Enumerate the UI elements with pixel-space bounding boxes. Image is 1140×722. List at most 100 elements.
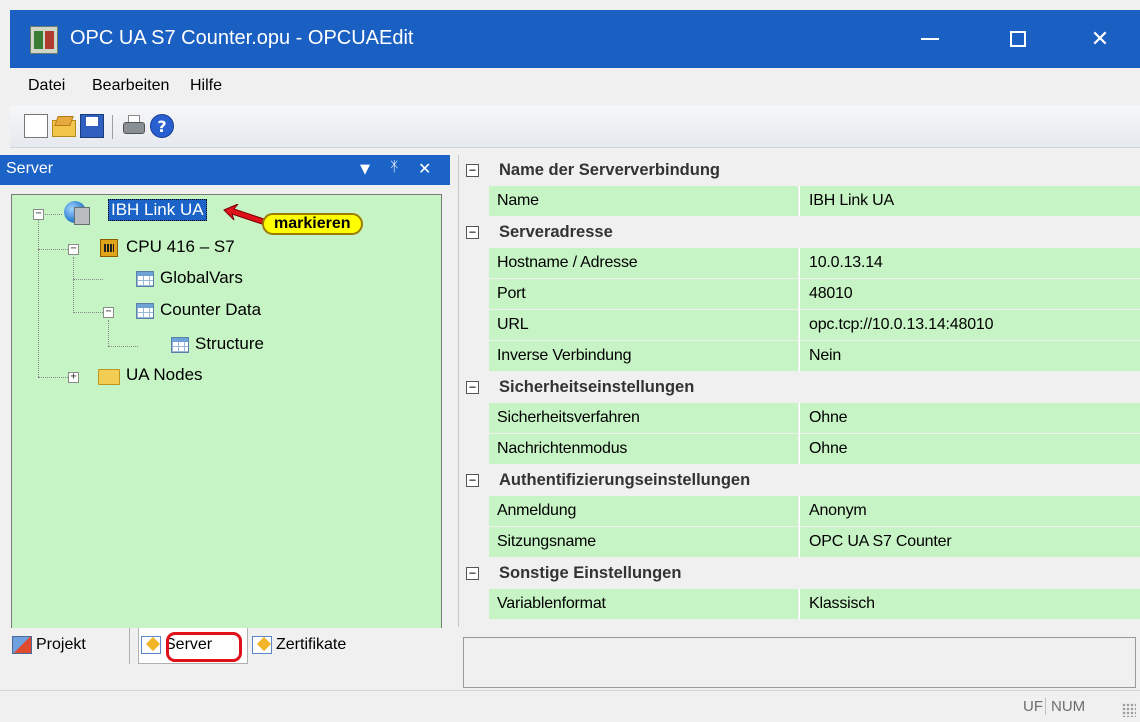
collapse-root-toggle[interactable]: − (33, 209, 44, 220)
table-icon (136, 303, 154, 319)
property-key: Sicherheitsverfahren (497, 409, 640, 426)
tab-projekt-label: Projekt (36, 636, 86, 653)
property-key: Hostname / Adresse (497, 254, 638, 271)
menu-bar: Datei Bearbeiten Hilfe (10, 68, 1140, 106)
app-window: OPC UA S7 Counter.opu - OPCUAEdit ✕ Date… (0, 0, 1140, 722)
property-key: Port (497, 285, 526, 302)
server-panel-header: Server ▼ ᛡ ✕ (0, 155, 450, 185)
panel-pin-icon[interactable]: ᛡ (390, 159, 398, 175)
arrow-icon (223, 204, 265, 225)
property-value[interactable]: Ohne (809, 440, 848, 458)
group-sicherheitseinstellungen[interactable]: − Sicherheitseinstellungen (459, 372, 1140, 403)
tab-projekt[interactable]: Projekt (10, 628, 130, 664)
property-row[interactable]: Inverse Verbindung Nein (459, 341, 1140, 372)
table-icon (136, 271, 154, 287)
tree-node-ibh-link-ua[interactable]: IBH Link UA (108, 199, 207, 221)
property-value[interactable]: 48010 (809, 285, 853, 303)
expand-ua-nodes-toggle[interactable]: + (68, 372, 79, 383)
panel-dropdown-icon[interactable]: ▼ (360, 162, 370, 177)
property-row[interactable]: Name IBH Link UA (459, 186, 1140, 217)
tree-node-globalvars[interactable]: GlobalVars (160, 268, 243, 288)
collapse-icon[interactable]: − (466, 226, 479, 239)
collapse-icon[interactable]: − (466, 567, 479, 580)
new-file-icon[interactable] (24, 114, 48, 138)
toolbar-separator (112, 115, 113, 139)
property-value[interactable]: IBH Link UA (809, 192, 894, 210)
server-settings-icon (141, 636, 161, 654)
property-value[interactable]: Anonym (809, 502, 867, 520)
tree-node-structure[interactable]: Structure (195, 334, 264, 354)
collapse-icon[interactable]: − (466, 474, 479, 487)
property-key: Anmeldung (497, 502, 577, 519)
minimize-icon (921, 38, 939, 40)
resize-grip-icon[interactable] (1122, 703, 1136, 717)
highlight-ring (166, 632, 242, 662)
status-bar: UF NUM (0, 690, 1140, 722)
group-name-der-serververbindung[interactable]: − Name der Serververbindung (459, 155, 1140, 186)
status-num: NUM (1045, 698, 1085, 715)
server-tree[interactable]: − IBH Link UA markieren − CPU 416 – S7 G… (11, 194, 442, 631)
collapse-counter-data-toggle[interactable]: − (103, 307, 114, 318)
property-row[interactable]: Port 48010 (459, 279, 1140, 310)
property-key: Nachrichtenmodus (497, 440, 628, 457)
save-icon[interactable] (80, 114, 104, 138)
group-sonstige-einstellungen[interactable]: − Sonstige Einstellungen (459, 558, 1140, 589)
certificate-icon (252, 636, 272, 654)
tree-node-cpu[interactable]: CPU 416 – S7 (126, 237, 235, 257)
collapse-cpu-toggle[interactable]: − (68, 244, 79, 255)
minimize-button[interactable] (900, 10, 960, 68)
property-row[interactable]: Nachrichtenmodus Ohne (459, 434, 1140, 465)
tree-node-counter-data[interactable]: Counter Data (160, 300, 261, 320)
property-row[interactable]: Sitzungsname OPC UA S7 Counter (459, 527, 1140, 558)
close-button[interactable]: ✕ (1070, 10, 1130, 68)
group-label: Sicherheitseinstellungen (499, 378, 695, 396)
property-value[interactable]: OPC UA S7 Counter (809, 533, 952, 551)
property-grid[interactable]: − Name der Serververbindung Name IBH Lin… (458, 155, 1140, 628)
collapse-icon[interactable]: − (466, 164, 479, 177)
print-icon[interactable] (122, 114, 146, 138)
panel-tabs: Projekt Server Zertifikate (0, 628, 450, 686)
callout-markieren: markieren (262, 213, 363, 235)
tree-node-ua-nodes[interactable]: UA Nodes (126, 365, 203, 385)
group-serveradresse[interactable]: − Serveradresse (459, 217, 1140, 248)
tab-zertifikate[interactable]: Zertifikate (250, 628, 390, 664)
table-icon (171, 337, 189, 353)
property-value[interactable]: Ohne (809, 409, 848, 427)
property-key: Variablenformat (497, 595, 606, 612)
property-row[interactable]: Sicherheitsverfahren Ohne (459, 403, 1140, 434)
maximize-icon (1010, 31, 1026, 47)
group-authentifizierungseinstellungen[interactable]: − Authentifizierungseinstellungen (459, 465, 1140, 496)
menu-bearbeiten[interactable]: Bearbeiten (92, 77, 169, 95)
close-icon: ✕ (1090, 26, 1110, 52)
menu-datei[interactable]: Datei (28, 77, 65, 95)
maximize-button[interactable] (988, 10, 1048, 68)
cpu-icon (100, 239, 118, 257)
group-label: Serveradresse (499, 223, 613, 241)
panel-close-icon[interactable]: ✕ (418, 159, 431, 178)
menu-hilfe[interactable]: Hilfe (190, 77, 222, 95)
property-row[interactable]: URL opc.tcp://10.0.13.14:48010 (459, 310, 1140, 341)
property-value[interactable]: opc.tcp://10.0.13.14:48010 (809, 316, 993, 334)
property-value[interactable]: 10.0.13.14 (809, 254, 883, 272)
collapse-icon[interactable]: − (466, 381, 479, 394)
property-key: Name (497, 192, 539, 209)
status-uf: UF (1023, 698, 1043, 715)
app-icon (30, 26, 58, 54)
property-row[interactable]: Anmeldung Anonym (459, 496, 1140, 527)
property-row[interactable]: Variablenformat Klassisch (459, 589, 1140, 620)
property-value[interactable]: Klassisch (809, 595, 875, 613)
grid-filler (459, 620, 1140, 628)
help-icon[interactable]: ? (150, 114, 174, 138)
tree-container: − IBH Link UA markieren − CPU 416 – S7 G… (0, 185, 450, 631)
property-key: Sitzungsname (497, 533, 596, 550)
description-panel (463, 637, 1136, 688)
window-title: OPC UA S7 Counter.opu - OPCUAEdit (70, 27, 414, 49)
property-row[interactable]: Hostname / Adresse 10.0.13.14 (459, 248, 1140, 279)
toolbar: ? (10, 106, 1140, 148)
project-icon (12, 636, 32, 654)
server-globe-icon (64, 201, 90, 225)
open-folder-icon[interactable] (52, 114, 76, 138)
title-bar[interactable]: OPC UA S7 Counter.opu - OPCUAEdit ✕ (10, 10, 1140, 68)
property-value[interactable]: Nein (809, 347, 841, 365)
property-key: Inverse Verbindung (497, 347, 632, 364)
